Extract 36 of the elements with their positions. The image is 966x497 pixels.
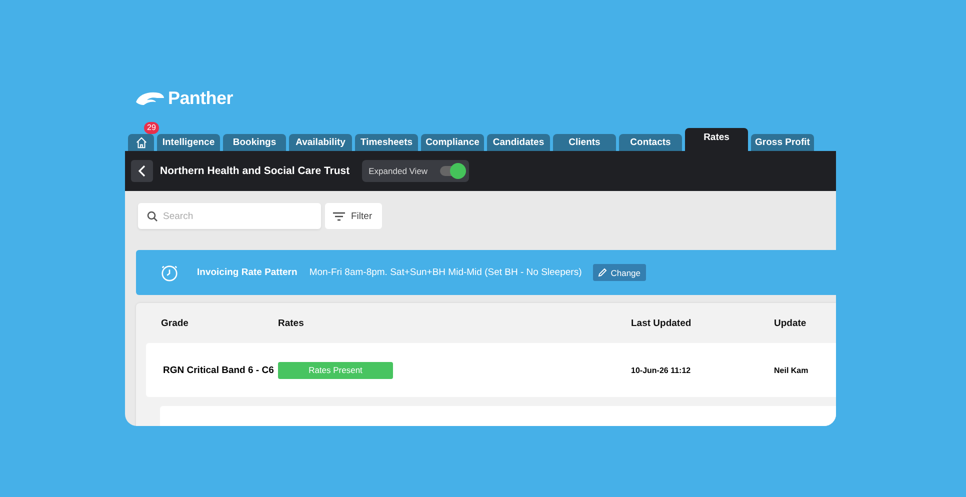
nav-tab[interactable]: Intelligence (157, 134, 220, 151)
nav-tab[interactable]: Contacts (619, 134, 682, 151)
nav-tab[interactable]: Compliance (421, 134, 484, 151)
nav-tab[interactable]: Candidates (487, 134, 550, 151)
filter-button[interactable]: Filter (325, 203, 382, 229)
home-tab[interactable] (128, 134, 154, 151)
nav-tab[interactable]: Availability (289, 134, 352, 151)
chevron-left-icon (138, 165, 146, 177)
back-button[interactable] (131, 160, 153, 182)
search-field[interactable]: Search (138, 203, 321, 229)
home-icon (134, 136, 148, 149)
nav-tab[interactable]: Gross Profit (751, 134, 814, 151)
nav-tab[interactable]: Clients (553, 134, 616, 151)
column-header: Update (774, 318, 806, 328)
banner-label: Invoicing Rate Pattern (197, 267, 298, 278)
status-badge: Rates Present (278, 362, 393, 378)
change-button[interactable]: Change (592, 264, 646, 281)
notification-badge: 29 (144, 122, 159, 134)
column-header: Last Updated (631, 318, 692, 328)
column-header: Grade (160, 318, 190, 328)
table-cell-text: RGN Critical Band 6 - C6 (162, 364, 275, 376)
clock-icon (160, 263, 179, 282)
search-icon (147, 211, 158, 222)
filter-icon (333, 212, 345, 220)
nav-tab[interactable]: Bookings (223, 134, 286, 151)
pencil-icon (598, 268, 607, 277)
table-cell-text: 10-Jun-26 11:12 (631, 366, 692, 374)
table-cell: Neil Kam (774, 366, 808, 374)
expanded-view-toggle[interactable]: Expanded View (362, 160, 469, 182)
nav-tab[interactable]: Rates (685, 128, 748, 151)
banner-value: Mon-Fri 8am-8pm. Sat+Sun+BH Mid-Mid (Set BH - No Sleepers) (309, 267, 582, 278)
column-header: Rates (278, 318, 305, 328)
panther-logo-icon (135, 90, 165, 106)
page-title: Northern Health and Social Care Trust (160, 165, 350, 177)
nav-tab[interactable]: Timesheets (355, 134, 418, 151)
brand-name: Panther (168, 88, 233, 108)
